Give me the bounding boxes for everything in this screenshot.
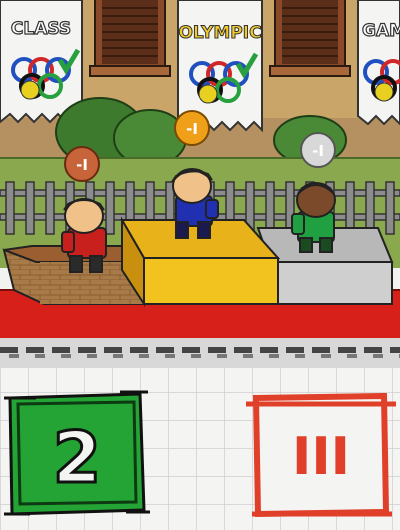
podium-first-face [143, 257, 279, 305]
banner-text: OLYMPIC [178, 23, 261, 43]
medal-label: -I [76, 156, 88, 174]
medal-silver: -I [300, 132, 336, 168]
banner-text: GAME [362, 21, 400, 41]
banner-right: GAME [357, 0, 400, 126]
banner-text: CLASS [11, 19, 71, 39]
left-control-button[interactable]: 2 [4, 390, 150, 516]
window-left [89, 0, 171, 77]
game-scene: CLASS OLYMPIC GAME [0, 0, 400, 530]
left-control-glyph: 2 [53, 417, 102, 499]
chain-divider [0, 338, 400, 368]
medal-gold: -I [174, 110, 210, 146]
medal-label: -I [186, 120, 198, 138]
right-control-button[interactable]: III [246, 392, 396, 518]
banner-left: CLASS [0, 0, 83, 125]
medal-label: -I [312, 142, 324, 160]
right-control-glyph: III [292, 427, 350, 487]
window-right [269, 0, 351, 77]
podium-third-face [269, 261, 393, 305]
medal-bronze: -I [64, 146, 100, 182]
